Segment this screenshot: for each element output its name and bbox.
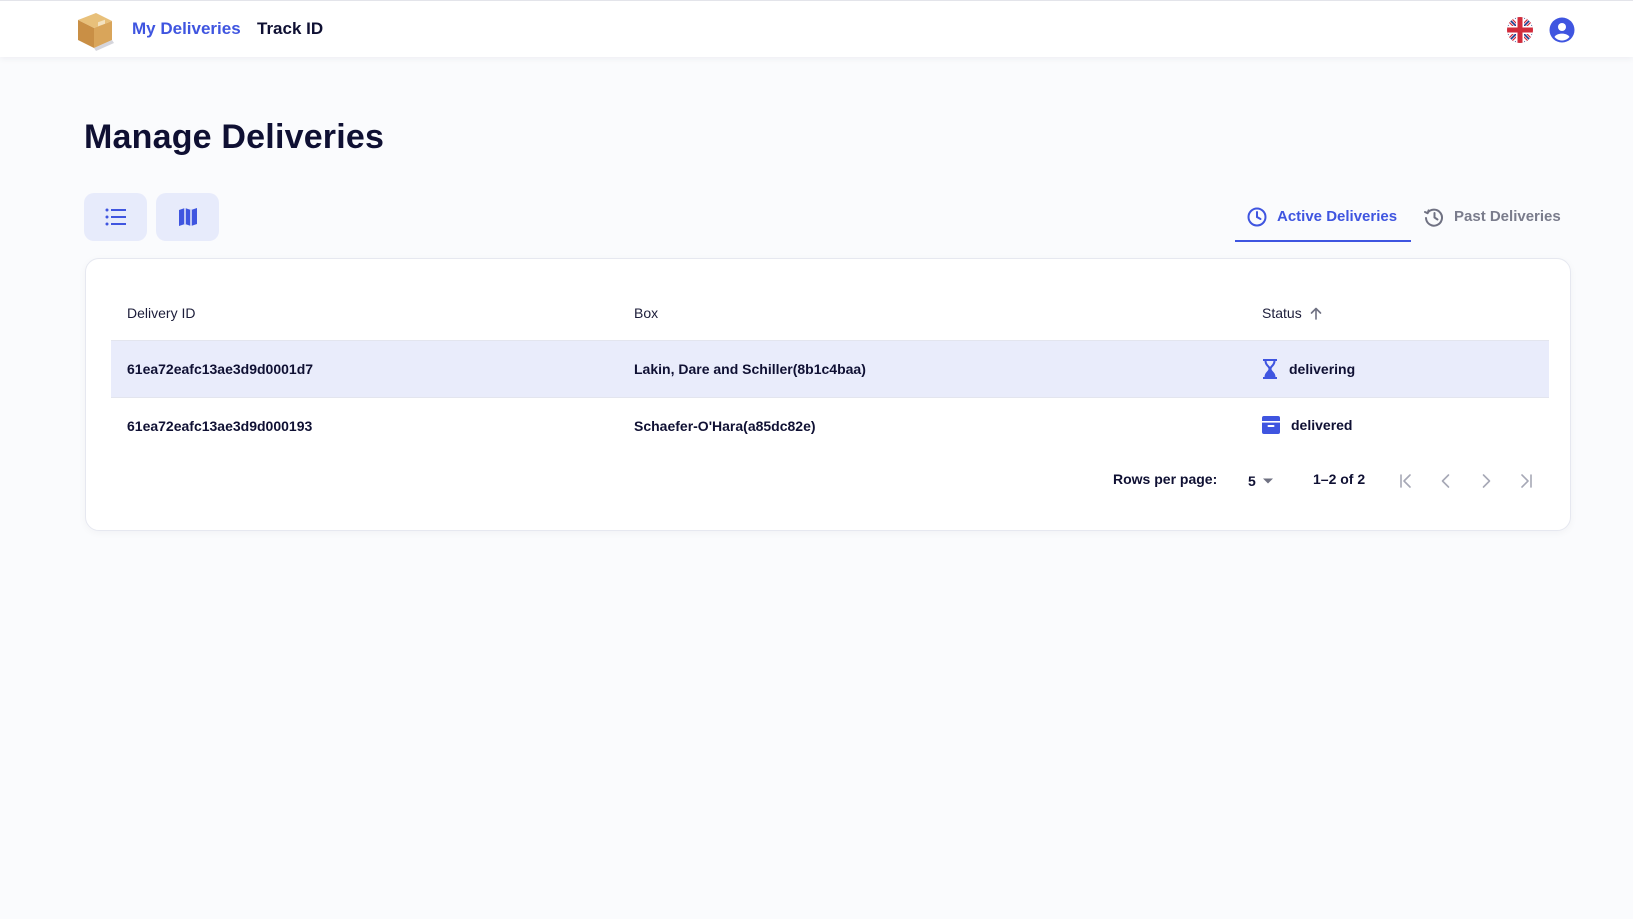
column-header-delivery-id[interactable]: Delivery ID [127,305,195,321]
arrow-up-icon [1310,307,1322,320]
chevron-right-icon [1482,474,1491,488]
status-text: delivered [1291,417,1353,433]
status-cell: delivered [1261,415,1352,435]
history-icon [1424,208,1443,227]
deliveries-table-card: Delivery ID Box Status 61ea72eafc13ae3d9… [85,258,1571,531]
pagination-range: 1–2 of 2 [1313,471,1366,487]
uk-flag-icon[interactable] [1507,17,1533,43]
nav-track-id[interactable]: Track ID [257,19,323,39]
first-page-button[interactable] [1394,469,1418,493]
caret-down-icon [1262,478,1273,484]
nav-my-deliveries[interactable]: My Deliveries [132,19,241,39]
tab-active-deliveries[interactable]: Active Deliveries [1235,200,1411,242]
delivery-id-cell: 61ea72eafc13ae3d9d000193 [127,418,313,434]
map-icon [178,208,197,226]
column-header-status[interactable]: Status [1262,305,1322,321]
status-cell: delivering [1261,358,1355,380]
rows-per-page-value: 5 [1248,473,1256,489]
hourglass-icon [1263,359,1277,379]
list-view-button[interactable] [84,193,147,241]
column-header-box[interactable]: Box [634,305,658,321]
list-icon [105,208,126,226]
status-text: delivering [1289,361,1356,377]
clock-icon [1247,207,1267,227]
table-row[interactable]: 61ea72eafc13ae3d9d0001d7 Lakin, Dare and… [111,341,1549,398]
next-page-button[interactable] [1474,469,1498,493]
box-cell: Lakin, Dare and Schiller(8b1c4baa) [634,361,866,377]
table-row[interactable]: 61ea72eafc13ae3d9d000193 Schaefer-O'Hara… [111,398,1549,455]
package-box-icon[interactable] [74,9,116,51]
top-app-bar: My Deliveries Track ID [0,0,1633,57]
column-header-label: Status [1262,305,1302,321]
archive-icon [1262,416,1280,434]
delivery-id-cell: 61ea72eafc13ae3d9d0001d7 [127,361,314,377]
chevron-left-icon [1441,474,1450,488]
map-view-button[interactable] [156,193,219,241]
last-page-icon [1521,474,1532,488]
tab-label: Active Deliveries [1277,208,1398,225]
rows-per-page-select[interactable]: 5 [1248,471,1274,491]
account-circle-icon[interactable] [1549,17,1575,43]
last-page-button[interactable] [1514,469,1538,493]
previous-page-button[interactable] [1434,469,1458,493]
tab-label: Past Deliveries [1454,208,1561,225]
rows-per-page-label: Rows per page: [1113,471,1218,487]
page-title: Manage Deliveries [84,118,385,156]
tab-past-deliveries[interactable]: Past Deliveries [1421,200,1561,242]
box-cell: Schaefer-O'Hara(a85dc82e) [634,418,816,434]
first-page-icon [1400,474,1411,488]
